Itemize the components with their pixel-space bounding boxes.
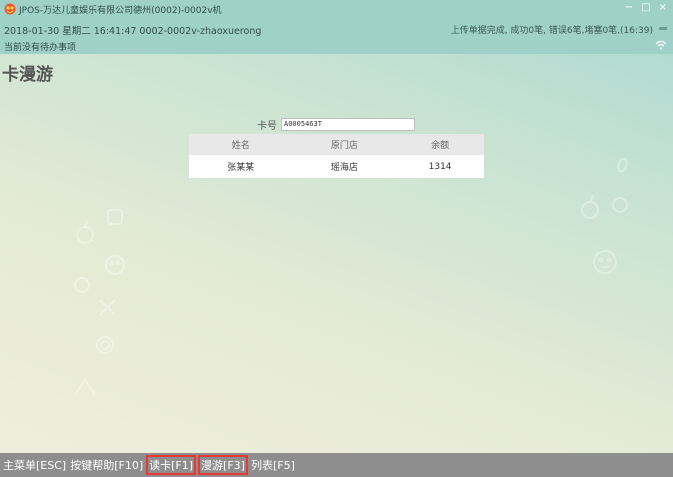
title-bar: JPOS-万达儿童娱乐有限公司德州(0002)-0002v机 − □ × [0, 0, 673, 18]
function-key-bar: 主菜单[ESC] 按键帮助[F10] 读卡[F1] 漫游[F3] 列表[F5] [0, 453, 673, 477]
list-key[interactable]: 列表[F5] [250, 456, 296, 474]
window-controls: − □ × [625, 2, 667, 14]
key-help-key[interactable]: 按键帮助[F10] [69, 456, 144, 474]
app-logo-icon [4, 3, 16, 15]
wifi-icon [655, 40, 667, 50]
read-card-key[interactable]: 读卡[F1] [146, 455, 197, 475]
page-title: 卡漫游 [2, 65, 53, 85]
datetime-operator: 2018-01-30 星期二 16:41:47 0002-0002v-zhaox… [4, 26, 262, 37]
minimize-button[interactable]: − [625, 2, 633, 14]
pending-tasks: 当前没有待办事项 [4, 43, 77, 53]
upload-status: 上传单据完成, 成功0笔, 错误6笔,堵塞0笔,(16:39) [450, 26, 653, 36]
column-header-balance: 余额 [396, 134, 484, 155]
card-number-row: 卡号 A0005463T [257, 117, 415, 132]
column-header-name: 姓名 [189, 134, 293, 155]
roam-key[interactable]: 漫游[F3] [198, 455, 248, 475]
balance-cell: 1314 [396, 155, 484, 178]
status-header: 2018-01-30 星期二 16:41:47 0002-0002v-zhaox… [0, 18, 673, 54]
table-row[interactable]: 张某某 瑶海店 1314 [189, 155, 484, 178]
card-number-input[interactable]: A0005463T [281, 118, 415, 131]
close-button[interactable]: × [659, 2, 667, 14]
member-info-table: 姓名 原门店 余额 张某某 瑶海店 1314 [189, 134, 484, 178]
window-title: JPOS-万达儿童娱乐有限公司德州(0002)-0002v机 [19, 5, 222, 16]
member-name-cell: 张某某 [189, 155, 293, 178]
decorative-doodles-icon [74, 209, 125, 396]
decorative-doodles-right-icon [581, 157, 628, 274]
main-menu-key[interactable]: 主菜单[ESC] [2, 456, 67, 474]
card-number-label: 卡号 [257, 121, 277, 132]
maximize-button[interactable]: □ [641, 2, 650, 14]
origin-store-cell: 瑶海店 [292, 155, 397, 178]
column-header-origin-store: 原门店 [292, 134, 397, 155]
table-header-row: 姓名 原门店 余额 [189, 134, 484, 155]
upload-indicator [659, 27, 667, 30]
